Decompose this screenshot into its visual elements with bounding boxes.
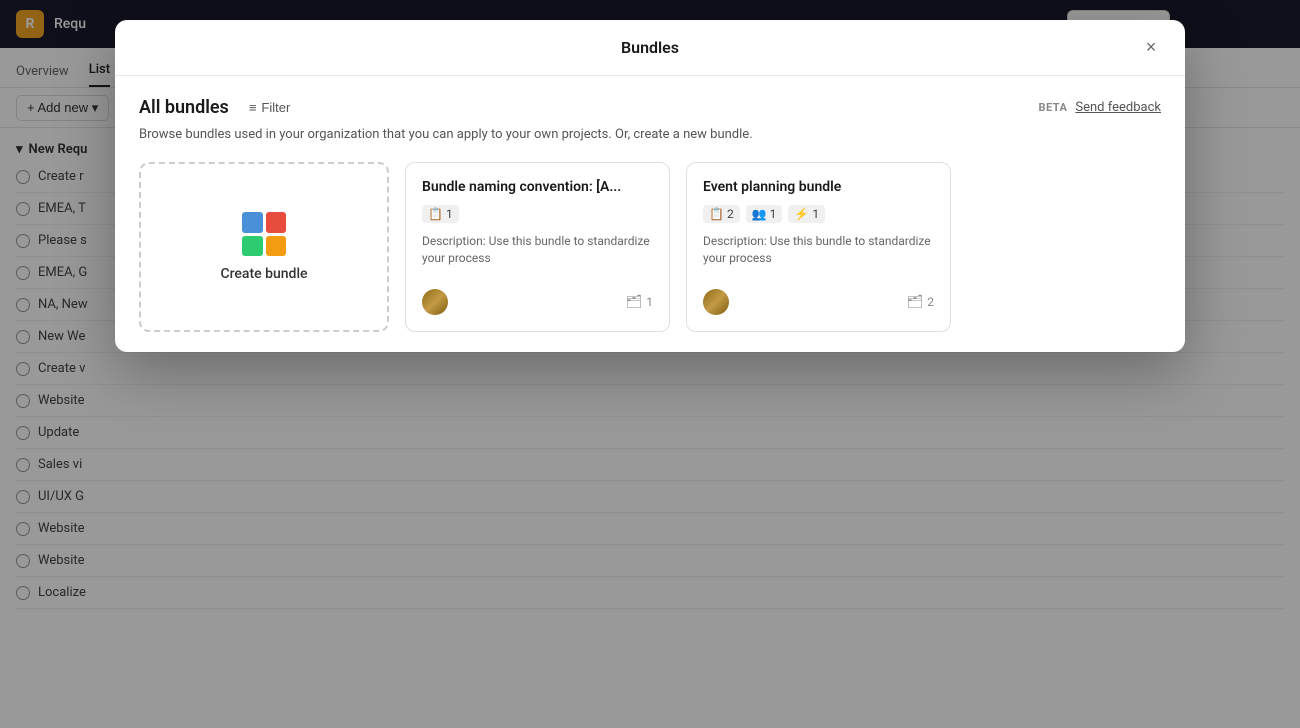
tag-count-2b: 1 (770, 207, 777, 221)
modal-title: Bundles (621, 38, 679, 57)
bundle-card-1-count: 🗂 1 (626, 295, 653, 310)
tag-icon-list: 📋 (428, 207, 443, 221)
tag-icon-2b: 👥 (752, 207, 767, 221)
bundle-card-2-title: Event planning bundle (703, 179, 934, 195)
bundle-card-2-count: 🗂 2 (907, 295, 934, 310)
beta-badge: BETA (1038, 101, 1067, 114)
create-bundle-label: Create bundle (220, 266, 307, 282)
tag-count-2a: 2 (727, 207, 734, 221)
count-value-1: 1 (646, 295, 653, 309)
bundles-modal: Bundles × All bundles ≡ Filter BETA Send… (115, 20, 1185, 352)
icon-cell-orange (266, 236, 287, 257)
bundle-card-1-avatar (422, 289, 448, 315)
modal-header: Bundles × (115, 20, 1185, 76)
icon-cell-red (266, 212, 287, 233)
beta-area: BETA Send feedback (1038, 100, 1161, 115)
icon-cell-green (242, 236, 263, 257)
tag-icon-2a: 📋 (709, 207, 724, 221)
filter-button[interactable]: ≡ Filter (241, 96, 298, 119)
bundle-card-2-footer: 🗂 2 (703, 289, 934, 315)
avatar-image (422, 289, 448, 315)
avatar-image-2 (703, 289, 729, 315)
bundle-card-1[interactable]: Bundle naming convention: [A... 📋 1 Desc… (405, 162, 670, 332)
count-icon-2: 🗂 (907, 295, 924, 310)
bundles-header: All bundles ≡ Filter BETA Send feedback (139, 96, 1161, 119)
bundles-title-row: All bundles ≡ Filter (139, 96, 298, 119)
tag-count-1: 1 (446, 207, 453, 221)
count-value-2: 2 (927, 295, 934, 309)
bundle-tag-2b: 👥 1 (746, 205, 783, 223)
filter-icon: ≡ (249, 100, 257, 115)
bundle-card-2-avatar (703, 289, 729, 315)
bundle-card-2-tags: 📋 2 👥 1 ⚡ 1 (703, 205, 934, 223)
send-feedback-link[interactable]: Send feedback (1075, 100, 1161, 115)
close-button[interactable]: × (1137, 34, 1165, 62)
bundles-description: Browse bundles used in your organization… (139, 127, 1161, 142)
modal-overlay: Bundles × All bundles ≡ Filter BETA Send… (0, 0, 1300, 728)
bundle-tag-1: 📋 1 (422, 205, 459, 223)
tag-icon-2c: ⚡ (794, 207, 809, 221)
bundle-card-1-footer: 🗂 1 (422, 289, 653, 315)
create-icon-grid (242, 212, 286, 256)
bundle-tag-2c: ⚡ 1 (788, 205, 825, 223)
icon-cell-blue (242, 212, 263, 233)
bundles-heading: All bundles (139, 97, 229, 118)
bundle-tag-2a: 📋 2 (703, 205, 740, 223)
bundle-card-2[interactable]: Event planning bundle 📋 2 👥 1 ⚡ 1 (686, 162, 951, 332)
bundle-card-1-tags: 📋 1 (422, 205, 653, 223)
modal-body: All bundles ≡ Filter BETA Send feedback … (115, 76, 1185, 352)
bundles-grid: Create bundle Bundle naming convention: … (139, 162, 1161, 332)
tag-count-2c: 1 (812, 207, 819, 221)
count-icon-1: 🗂 (626, 295, 643, 310)
create-bundle-card[interactable]: Create bundle (139, 162, 389, 332)
bundle-card-1-title: Bundle naming convention: [A... (422, 179, 653, 195)
bundle-card-2-desc: Description: Use this bundle to standard… (703, 233, 934, 267)
bundle-card-1-desc: Description: Use this bundle to standard… (422, 233, 653, 267)
